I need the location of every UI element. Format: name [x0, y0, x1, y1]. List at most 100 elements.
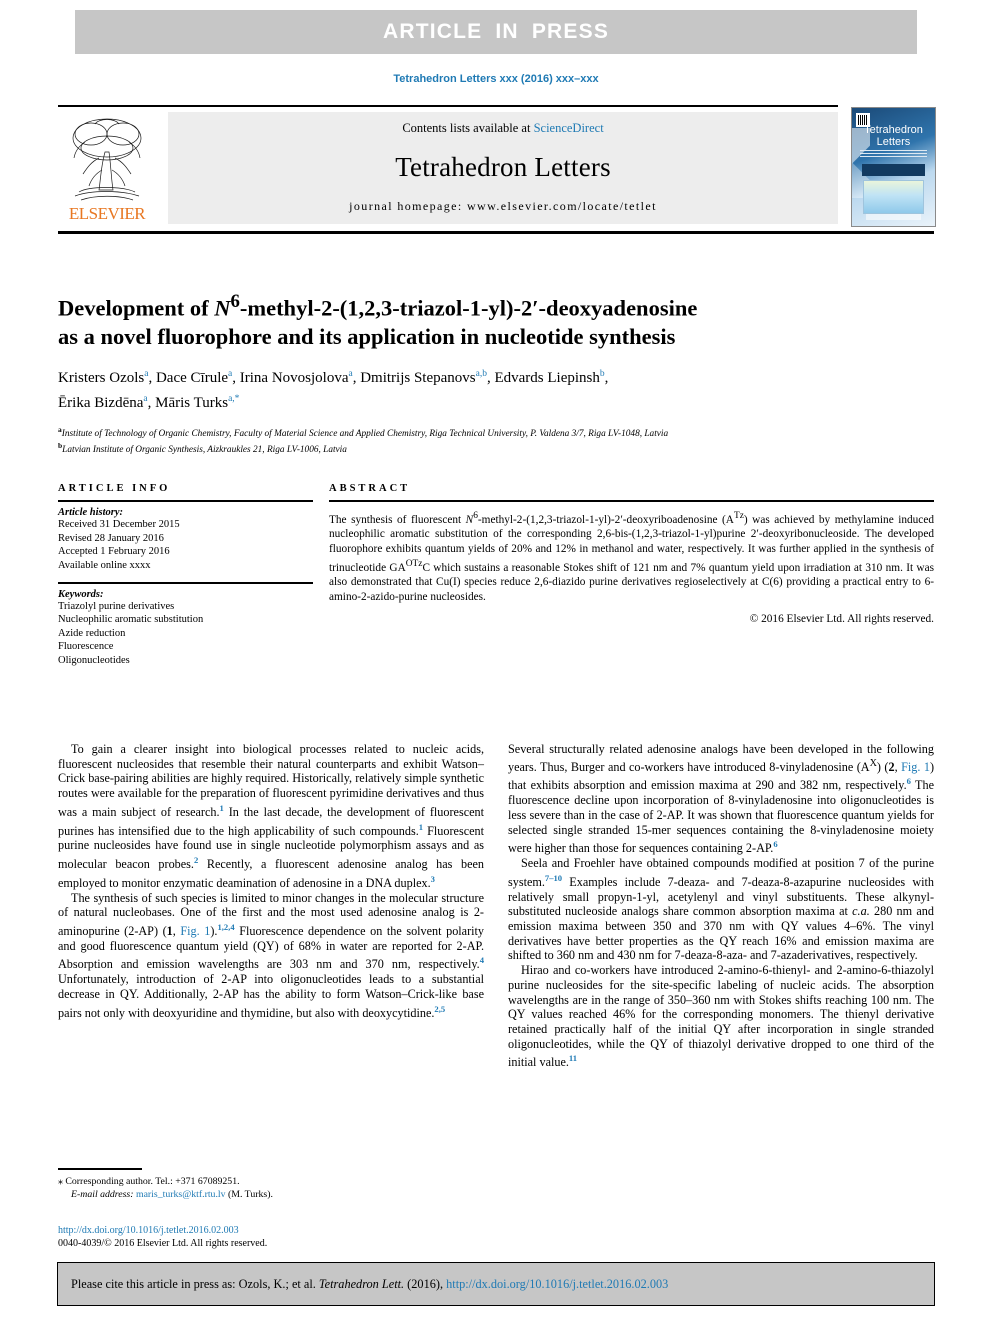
title-n6-sup: 6: [230, 291, 240, 312]
cover-subtext: [860, 150, 927, 157]
body-paragraph: Several structurally related adenosine a…: [508, 742, 934, 856]
cover-title: Tetrahedron Letters: [864, 124, 923, 148]
title-block: Development of N6-methyl-2-(1,2,3-triazo…: [58, 288, 934, 457]
body-columns: To gain a clearer insight into biologica…: [58, 742, 934, 1070]
body-paragraph: Hirao and co-workers have introduced 2-a…: [508, 963, 934, 1070]
affiliation-list: aInstitute of Technology of Organic Chem…: [58, 424, 934, 457]
author-item[interactable]: Edvards Liepinshb,: [494, 369, 609, 386]
author-sep: ,: [148, 369, 156, 386]
masthead-banner: Contents lists available at ScienceDirec…: [168, 112, 838, 224]
email-line: E-mail address: maris_turks@ktf.rtu.lv (…: [58, 1188, 484, 1201]
abstract-heading: ABSTRACT: [329, 483, 411, 494]
cover-image: [863, 180, 924, 214]
article-info-column: ARTICLE INFO Article history: Received 3…: [58, 483, 313, 667]
footnote-rule: [58, 1168, 142, 1170]
author-name: Ērika Bizdēna: [58, 394, 144, 411]
body-paragraph: The synthesis of such species is limited…: [58, 890, 485, 1020]
cite-text: Please cite this article in press as: Oz…: [71, 1277, 668, 1292]
article-history-item: Received 31 December 2015: [58, 519, 180, 530]
keywords-rule: [58, 582, 313, 584]
author-name: Dmitrijs Stepanovs: [360, 369, 476, 386]
author-sep: ,: [147, 394, 156, 411]
cover-footer: [866, 214, 921, 220]
elsevier-tree-icon: [72, 118, 142, 201]
cite-middle: (2016),: [404, 1276, 447, 1291]
cite-doi-link[interactable]: http://dx.doi.org/10.1016/j.tetlet.2016.…: [446, 1277, 668, 1291]
sciencedirect-link[interactable]: ScienceDirect: [534, 121, 604, 135]
author-name: Dace Cīrule: [155, 369, 229, 386]
masthead-rule-bottom: [58, 231, 934, 234]
keywords-label: Keywords:: [58, 588, 104, 600]
author-item[interactable]: Irina Novosjolovaa,: [239, 369, 360, 386]
contents-prefix: Contents lists available at: [402, 121, 534, 135]
author-sep: ,: [232, 369, 240, 386]
doi-block: http://dx.doi.org/10.1016/j.tetlet.2016.…: [58, 1224, 484, 1250]
affiliation-item: bLatvian Institute of Organic Synthesis,…: [58, 440, 934, 457]
corresponding-author-mark: ⁎: [58, 1175, 63, 1187]
journal-homepage[interactable]: journal homepage: www.elsevier.com/locat…: [349, 199, 657, 214]
cite-prefix: Please cite this article in press as: Oz…: [71, 1276, 319, 1291]
masthead-rule-top: [58, 105, 838, 107]
page-title: Development of N6-methyl-2-(1,2,3-triazo…: [58, 288, 934, 351]
author-item[interactable]: Māris Turksa,*: [155, 393, 240, 411]
author-affiliation-mark: a,*: [228, 393, 240, 404]
article-in-press-label: ARTICLE IN PRESS: [382, 20, 610, 43]
abstract-rule: [329, 500, 934, 502]
email-owner: (M. Turks).: [227, 1188, 273, 1200]
abstract-text: The synthesis of fluorescent N6-methyl-2…: [329, 511, 935, 603]
article-history-item: Accepted 1 February 2016: [58, 546, 170, 557]
elsevier-wordmark: ELSEVIER: [68, 204, 146, 223]
article-info-rule: [58, 500, 313, 502]
keyword-item: Azide reduction: [58, 627, 126, 639]
corresponding-author-line: ⁎ Corresponding author. Tel.: +371 67089…: [58, 1175, 484, 1188]
issn-copyright-line: 0040-4039/© 2016 Elsevier Ltd. All right…: [58, 1238, 268, 1249]
footnote-block: ⁎ Corresponding author. Tel.: +371 67089…: [58, 1168, 484, 1201]
body-paragraph: Seela and Froehler have obtained compoun…: [508, 856, 934, 963]
article-info-heading: ARTICLE INFO: [58, 483, 171, 494]
author-item[interactable]: Dmitrijs Stepanovsa,b,: [360, 368, 494, 386]
cite-box: Please cite this article in press as: Oz…: [57, 1262, 935, 1306]
keyword-item: Nucleophilic aromatic substitution: [58, 614, 204, 625]
author-name: Irina Novosjolova: [239, 369, 349, 386]
doi-link[interactable]: http://dx.doi.org/10.1016/j.tetlet.2016.…: [58, 1224, 484, 1237]
article-history-item: Revised 28 January 2016: [58, 532, 164, 544]
body-column-right: Several structurally related adenosine a…: [508, 742, 934, 1070]
title-post: -methyl-2-(1,2,3-triazol-1-yl)-2′-deoxya…: [239, 295, 698, 321]
body-paragraph: To gain a clearer insight into biologica…: [58, 742, 485, 890]
abstract-copyright: © 2016 Elsevier Ltd. All rights reserved…: [749, 613, 934, 626]
author-name: Edvards Liepinsh: [494, 369, 600, 386]
keyword-item: Oligonucleotides: [58, 654, 130, 666]
journal-title: Tetrahedron Letters: [395, 152, 611, 182]
info-abstract-section: ARTICLE INFO Article history: Received 3…: [58, 483, 934, 667]
journal-masthead: ELSEVIER Contents lists available at Sci…: [58, 105, 936, 234]
affiliation-text: Institute of Technology of Organic Chemi…: [61, 428, 669, 439]
article-history-item: Available online xxxx: [58, 559, 151, 571]
author-item[interactable]: Dace Cīrulea,: [155, 369, 240, 386]
article-history-label: Article history:: [58, 507, 124, 518]
cite-journal: Tetrahedron Lett.: [318, 1276, 405, 1291]
abstract-column: ABSTRACT The synthesis of fluorescent N6…: [329, 483, 934, 667]
elsevier-logo: ELSEVIER: [61, 112, 153, 224]
email-link[interactable]: maris_turks@ktf.rtu.lv: [136, 1189, 226, 1200]
corresponding-author-text: Corresponding author. Tel.: +371 6708925…: [65, 1175, 240, 1187]
author-list: Kristers Ozolsa, Dace Cīrulea, Irina Nov…: [58, 364, 934, 414]
article-page: ARTICLE IN PRESS Tetrahedron Letters xxx…: [0, 0, 992, 1323]
keyword-item: Fluorescence: [58, 641, 114, 652]
affiliation-item: aInstitute of Technology of Organic Chem…: [58, 424, 934, 441]
author-sep: ,: [604, 369, 609, 386]
keyword-item: Triazolyl purine derivatives: [58, 600, 175, 612]
author-item[interactable]: Ērika Bizdēnaa,: [58, 394, 156, 411]
running-head: Tetrahedron Letters xxx (2016) xxx–xxx: [393, 73, 599, 85]
title-pre: Development of: [58, 295, 215, 321]
email-label: E-mail address:: [71, 1188, 134, 1200]
cover-band: [862, 164, 925, 176]
author-item[interactable]: Kristers Ozolsa,: [58, 369, 156, 386]
article-in-press-banner: ARTICLE IN PRESS: [75, 10, 917, 54]
title-n6: N: [214, 295, 231, 321]
body-column-left: To gain a clearer insight into biologica…: [58, 742, 484, 1070]
author-name: Kristers Ozols: [58, 369, 145, 386]
journal-cover-thumbnail: Tetrahedron Letters: [851, 107, 936, 227]
author-affiliation-mark: a,b: [475, 368, 487, 379]
author-name: Māris Turks: [155, 394, 229, 411]
title-line2: as a novel fluorophore and its applicati…: [58, 323, 676, 349]
